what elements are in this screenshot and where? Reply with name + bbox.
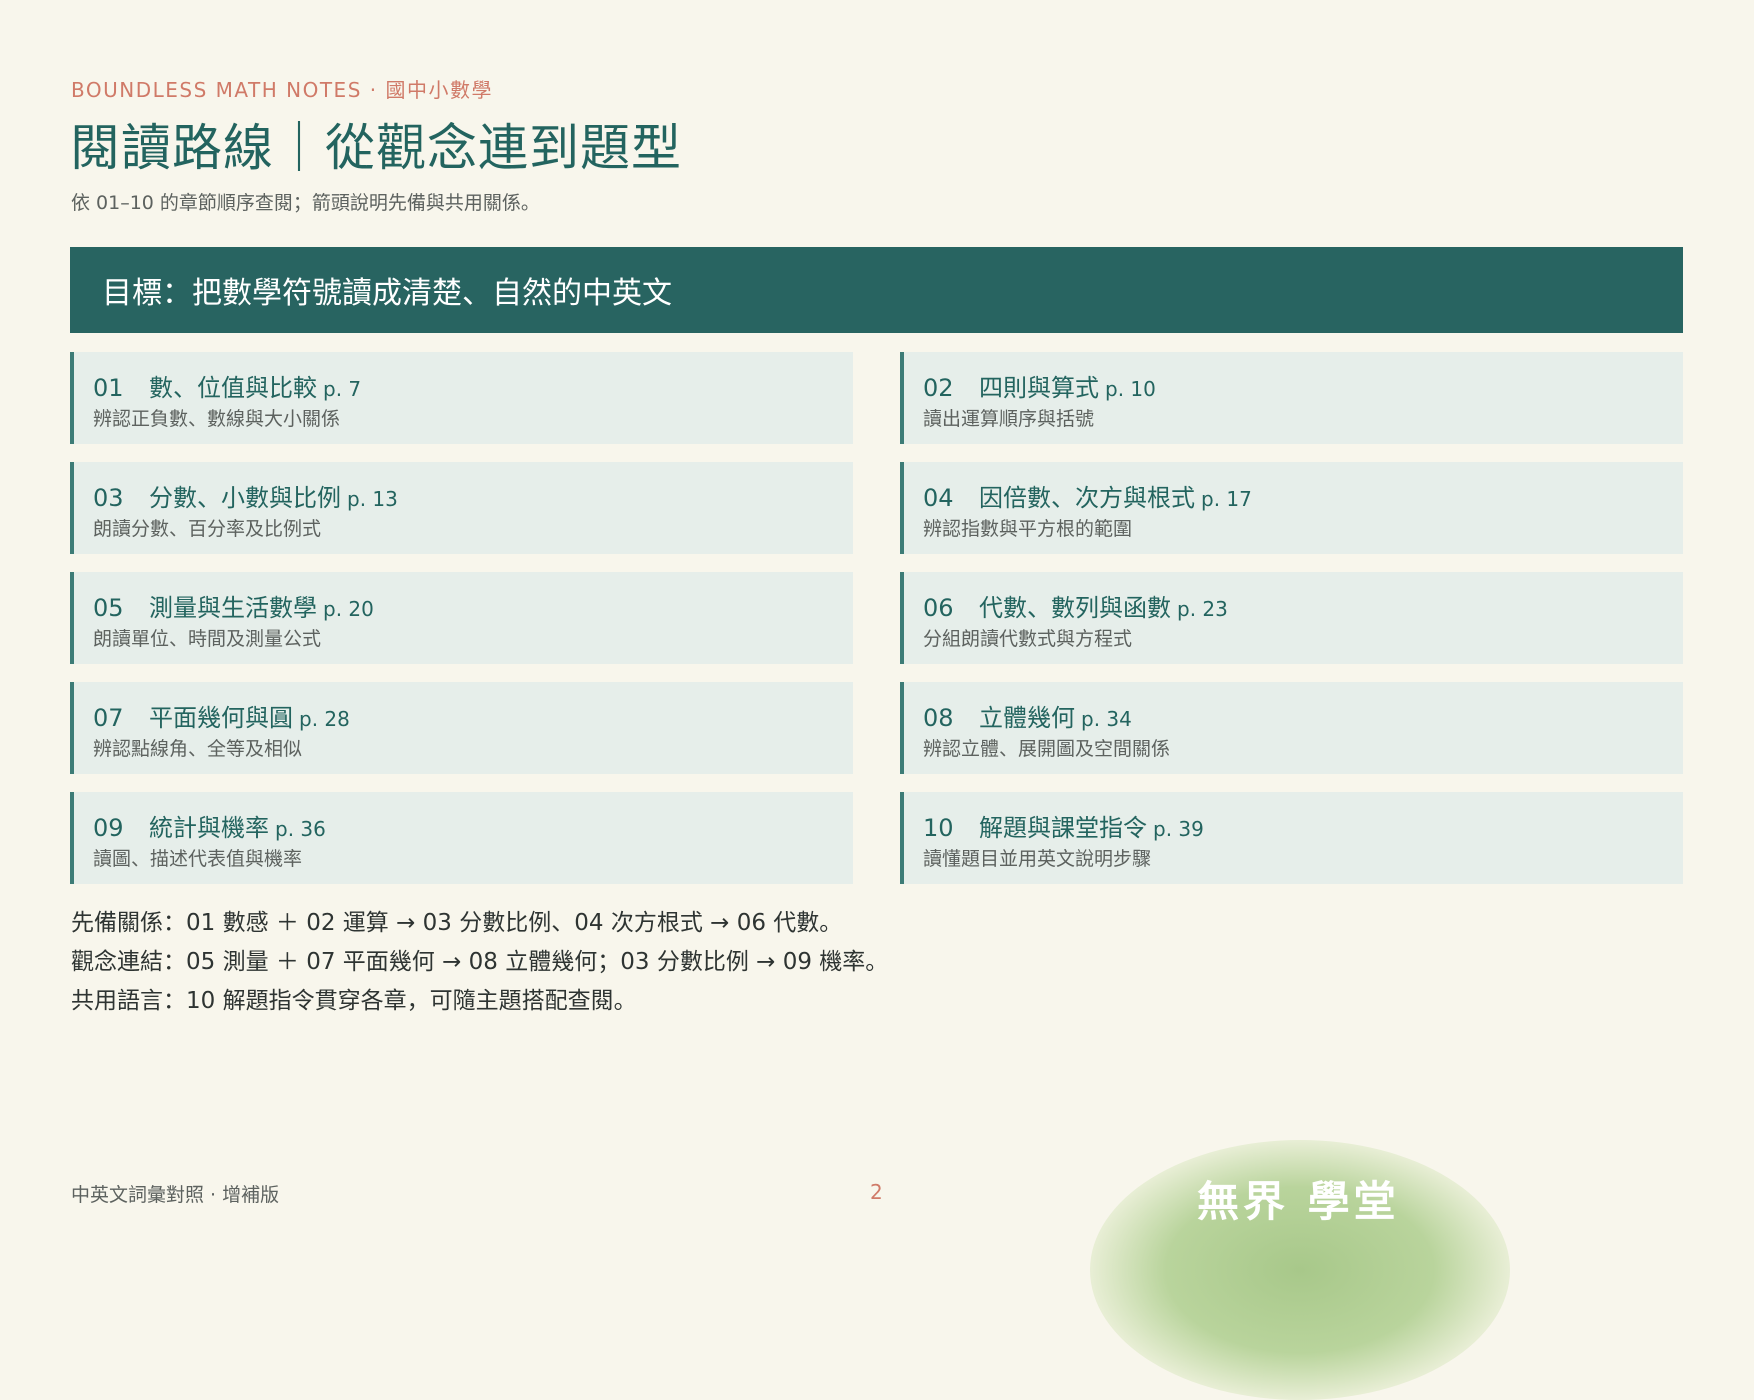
chapter-title: 03 分數、小數與比例 p. 13 <box>93 478 398 513</box>
prerequisite-note: 先備關係：01 數感 ＋ 02 運算 → 03 分數比例、04 次方根式 → 0… <box>71 910 843 936</box>
page-title: 閱讀路線｜從觀念連到題型 <box>70 119 682 177</box>
chapter-number: 03 <box>93 484 124 512</box>
chapter-number: 09 <box>93 814 124 842</box>
chapter-description: 辨認指數與平方根的範圍 <box>923 518 1133 540</box>
chapter-name: 測量與生活數學 <box>149 594 317 622</box>
chapter-description: 讀出運算順序與括號 <box>923 408 1095 430</box>
chapter-card-06[interactable]: 06 代數、數列與函數 p. 23 分組朗讀代數式與方程式 <box>900 572 1683 664</box>
series-eyebrow: BOUNDLESS MATH NOTES · 國中小數學 <box>71 78 493 102</box>
chapter-page: p. 7 <box>323 377 362 401</box>
chapter-name: 分數、小數與比例 <box>149 484 341 512</box>
chapter-card-08[interactable]: 08 立體幾何 p. 34 辨認立體、展開圖及空間關係 <box>900 682 1683 774</box>
chapter-number: 06 <box>923 594 954 622</box>
chapter-title: 09 統計與機率 p. 36 <box>93 808 326 843</box>
footer-book-title: 中英文詞彙對照 · 增補版 <box>71 1184 280 1206</box>
chapter-name: 立體幾何 <box>979 704 1075 732</box>
chapter-name: 四則與算式 <box>979 374 1099 402</box>
chapter-page: p. 36 <box>275 817 326 841</box>
chapter-card-03[interactable]: 03 分數、小數與比例 p. 13 朗讀分數、百分率及比例式 <box>70 462 853 554</box>
chapter-card-09[interactable]: 09 統計與機率 p. 36 讀圖、描述代表值與機率 <box>70 792 853 884</box>
chapter-name: 平面幾何與圓 <box>149 704 293 732</box>
page-subtitle: 依 01–10 的章節順序查閱；箭頭說明先備與共用關係。 <box>71 192 540 214</box>
chapter-page: p. 39 <box>1153 817 1204 841</box>
chapter-title: 06 代數、數列與函數 p. 23 <box>923 588 1228 623</box>
chapter-title: 04 因倍數、次方與根式 p. 17 <box>923 478 1252 513</box>
chapter-title: 01 數、位值與比較 p. 7 <box>93 368 361 403</box>
chapter-description: 辨認正負數、數線與大小關係 <box>93 408 341 430</box>
chapter-description: 朗讀單位、時間及測量公式 <box>93 628 322 650</box>
chapter-description: 朗讀分數、百分率及比例式 <box>93 518 322 540</box>
chapter-card-04[interactable]: 04 因倍數、次方與根式 p. 17 辨認指數與平方根的範圍 <box>900 462 1683 554</box>
chapter-card-05[interactable]: 05 測量與生活數學 p. 20 朗讀單位、時間及測量公式 <box>70 572 853 664</box>
chapter-page: p. 34 <box>1081 707 1132 731</box>
chapter-number: 05 <box>93 594 124 622</box>
chapter-name: 解題與課堂指令 <box>979 814 1147 842</box>
chapter-page: p. 23 <box>1177 597 1228 621</box>
chapter-title: 05 測量與生活數學 p. 20 <box>93 588 374 623</box>
chapter-description: 讀圖、描述代表值與機率 <box>93 848 303 870</box>
concept-link-note: 觀念連結：05 測量 ＋ 07 平面幾何 → 08 立體幾何；03 分數比例 →… <box>71 949 889 975</box>
chapter-card-02[interactable]: 02 四則與算式 p. 10 讀出運算順序與括號 <box>900 352 1683 444</box>
chapter-card-01[interactable]: 01 數、位值與比較 p. 7 辨認正負數、數線與大小關係 <box>70 352 853 444</box>
chapter-description: 辨認立體、展開圖及空間關係 <box>923 738 1171 760</box>
shared-language-note: 共用語言：10 解題指令貫穿各章，可隨主題搭配查閱。 <box>71 988 637 1014</box>
chapter-description: 讀懂題目並用英文說明步驟 <box>923 848 1152 870</box>
chapter-title: 10 解題與課堂指令 p. 39 <box>923 808 1204 843</box>
chapter-number: 08 <box>923 704 954 732</box>
chapter-description: 辨認點線角、全等及相似 <box>93 738 303 760</box>
page-number: 2 <box>870 1180 883 1204</box>
chapter-title: 02 四則與算式 p. 10 <box>923 368 1156 403</box>
chapter-page: p. 13 <box>347 487 398 511</box>
chapter-card-07[interactable]: 07 平面幾何與圓 p. 28 辨認點線角、全等及相似 <box>70 682 853 774</box>
chapter-number: 04 <box>923 484 954 512</box>
chapter-card-10[interactable]: 10 解題與課堂指令 p. 39 讀懂題目並用英文說明步驟 <box>900 792 1683 884</box>
goal-banner: 目標：把數學符號讀成清楚、自然的中英文 <box>70 247 1683 333</box>
goal-text: 目標：把數學符號讀成清楚、自然的中英文 <box>102 276 672 311</box>
chapter-name: 數、位值與比較 <box>149 374 317 402</box>
relationship-notes: 先備關係：01 數感 ＋ 02 運算 → 03 分數比例、04 次方根式 → 0… <box>71 904 888 1021</box>
brand-logo: 無界 學堂 <box>1197 1177 1400 1226</box>
chapter-number: 10 <box>923 814 954 842</box>
chapter-page: p. 10 <box>1105 377 1156 401</box>
chapter-name: 代數、數列與函數 <box>979 594 1171 622</box>
chapter-title: 07 平面幾何與圓 p. 28 <box>93 698 350 733</box>
chapter-description: 分組朗讀代數式與方程式 <box>923 628 1133 650</box>
chapter-name: 因倍數、次方與根式 <box>979 484 1195 512</box>
chapter-number: 02 <box>923 374 954 402</box>
chapter-number: 01 <box>93 374 124 402</box>
chapter-number: 07 <box>93 704 124 732</box>
chapter-page: p. 20 <box>323 597 374 621</box>
chapter-page: p. 17 <box>1201 487 1252 511</box>
chapter-page: p. 28 <box>299 707 350 731</box>
chapter-name: 統計與機率 <box>149 814 269 842</box>
chapter-title: 08 立體幾何 p. 34 <box>923 698 1132 733</box>
